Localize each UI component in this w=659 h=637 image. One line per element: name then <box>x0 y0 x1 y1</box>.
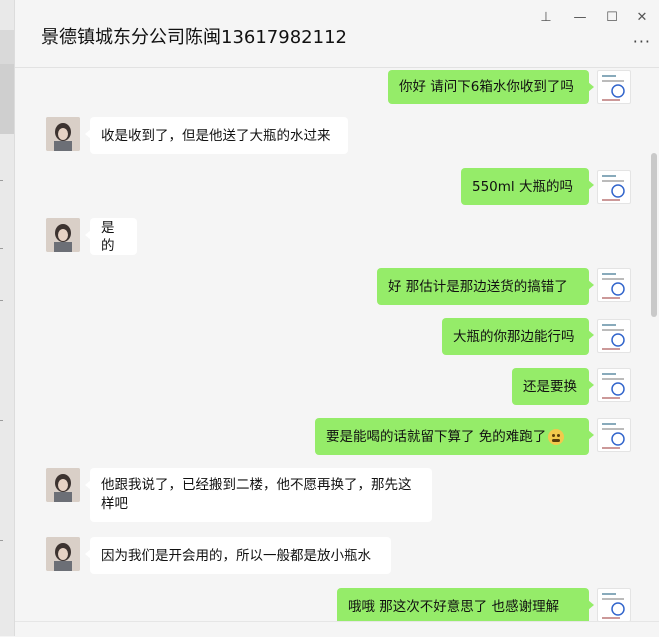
chat-scrollbar[interactable] <box>651 153 657 317</box>
more-options-icon[interactable]: ··· <box>633 32 651 51</box>
chat-title: 景德镇城东分公司陈闽13617982112 <box>41 27 347 48</box>
input-area-edge <box>15 621 659 637</box>
minimize-icon[interactable]: — <box>569 8 591 26</box>
message-text: 550ml 大瓶的吗 <box>472 178 573 195</box>
close-icon[interactable]: ✕ <box>631 8 653 26</box>
self-avatar[interactable] <box>597 319 631 353</box>
pin-icon[interactable]: ⊥ <box>535 8 557 26</box>
message-text: 是的 <box>101 219 115 254</box>
divider <box>0 248 3 249</box>
message-bubble-outgoing[interactable]: 哦哦 那这次不好意思了 也感谢理解 <box>337 588 594 621</box>
divider <box>0 300 3 301</box>
message-bubble-outgoing[interactable]: 你好 请问下6箱水你收到了吗 <box>388 70 594 104</box>
message-text: 你好 请问下6箱水你收到了吗 <box>399 79 574 95</box>
divider <box>0 180 3 181</box>
list-item-selected-partial[interactable] <box>0 64 14 134</box>
divider <box>0 420 3 421</box>
divider <box>0 540 3 541</box>
message-bubble-outgoing[interactable]: 还是要换 <box>512 368 594 405</box>
message-text: 他跟我说了，已经搬到二楼，他不愿再换了，那先这样吧 <box>101 477 412 512</box>
message-text: 要是能喝的话就留下算了 免的难跑了 <box>326 428 547 445</box>
message-bubble-incoming[interactable]: 收是收到了，但是他送了大瓶的水过来 <box>85 117 348 154</box>
self-avatar[interactable] <box>597 588 631 621</box>
self-avatar[interactable] <box>597 70 631 104</box>
message-bubble-outgoing[interactable]: 要是能喝的话就留下算了 免的难跑了 <box>315 418 594 455</box>
message-text: 收是收到了，但是他送了大瓶的水过来 <box>101 127 331 144</box>
message-text: 好 那估计是那边送货的搞错了 <box>388 278 568 295</box>
message-text: 哦哦 那这次不好意思了 也感谢理解 <box>348 598 560 615</box>
conversation-list-edge <box>0 0 15 636</box>
self-avatar[interactable] <box>597 418 631 452</box>
maximize-icon[interactable]: ☐ <box>601 8 623 26</box>
message-bubble-outgoing[interactable]: 550ml 大瓶的吗 <box>461 168 594 205</box>
message-bubble-incoming[interactable]: 因为我们是开会用的，所以一般都是放小瓶水 <box>85 537 391 574</box>
message-text: 大瓶的你那边能行吗 <box>453 328 575 345</box>
message-list[interactable]: 你好 请问下6箱水你收到了吗 收是收到了，但是他送了大瓶的水过来 550ml 大… <box>15 68 659 621</box>
message-text: 因为我们是开会用的，所以一般都是放小瓶水 <box>101 547 371 564</box>
self-avatar[interactable] <box>597 268 631 302</box>
contact-avatar[interactable] <box>46 218 80 252</box>
contact-avatar[interactable] <box>46 117 80 151</box>
self-avatar[interactable] <box>597 170 631 204</box>
contact-avatar[interactable] <box>46 468 80 502</box>
message-bubble-incoming[interactable]: 他跟我说了，已经搬到二楼，他不愿再换了，那先这样吧 <box>85 468 432 522</box>
contact-avatar[interactable] <box>46 537 80 571</box>
message-bubble-incoming[interactable]: 是的 <box>85 218 137 255</box>
chat-header: 景德镇城东分公司陈闽13617982112 ⊥ — ☐ ✕ ··· <box>15 0 659 68</box>
self-avatar[interactable] <box>597 368 631 402</box>
message-text: 还是要换 <box>523 378 577 395</box>
grimace-emoji-icon <box>548 428 565 445</box>
list-item-partial[interactable] <box>0 30 14 64</box>
message-bubble-outgoing[interactable]: 好 那估计是那边送货的搞错了 <box>377 268 594 305</box>
message-bubble-outgoing[interactable]: 大瓶的你那边能行吗 <box>442 318 594 355</box>
